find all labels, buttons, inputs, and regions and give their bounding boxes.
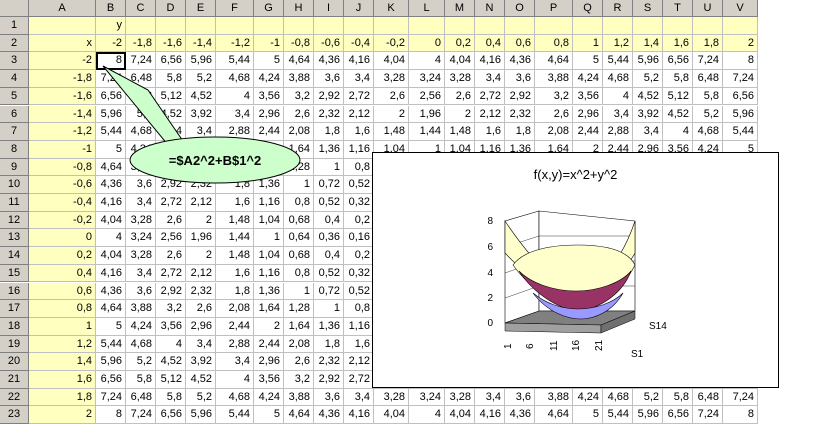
x-tick-16: 16 xyxy=(571,339,582,351)
callout-pointer xyxy=(102,65,186,152)
z-tick-4: 4 xyxy=(487,268,493,279)
x-tick-11: 11 xyxy=(549,340,560,351)
z-tick-0: 0 xyxy=(487,318,493,329)
x-tick-6: 6 xyxy=(525,343,536,349)
series-axis: S14 S1 xyxy=(631,321,667,360)
z-tick-6: 6 xyxy=(487,242,493,253)
chart-plot: 0 2 4 6 8 1 6 11 16 21 S14 S1 xyxy=(487,210,667,360)
z-axis: 0 2 4 6 8 xyxy=(487,216,493,329)
callout-formula: =$A2^2+B$1^2 xyxy=(169,153,262,168)
callout-seam xyxy=(180,141,190,153)
series-tick-s14: S14 xyxy=(649,321,667,332)
floor-edge-front xyxy=(504,322,602,334)
x-tick-1: 1 xyxy=(503,343,514,349)
x-tick-21: 21 xyxy=(594,339,605,351)
category-axis: 1 6 11 16 21 xyxy=(503,339,605,351)
z-tick-8: 8 xyxy=(487,216,493,227)
z-tick-2: 2 xyxy=(487,293,493,304)
series-tick-s1: S1 xyxy=(631,349,644,360)
surface-chart[interactable]: f(x,y)=x^2+y^2 0 2 4 6 8 1 6 11 16 21 S1… xyxy=(372,152,779,388)
